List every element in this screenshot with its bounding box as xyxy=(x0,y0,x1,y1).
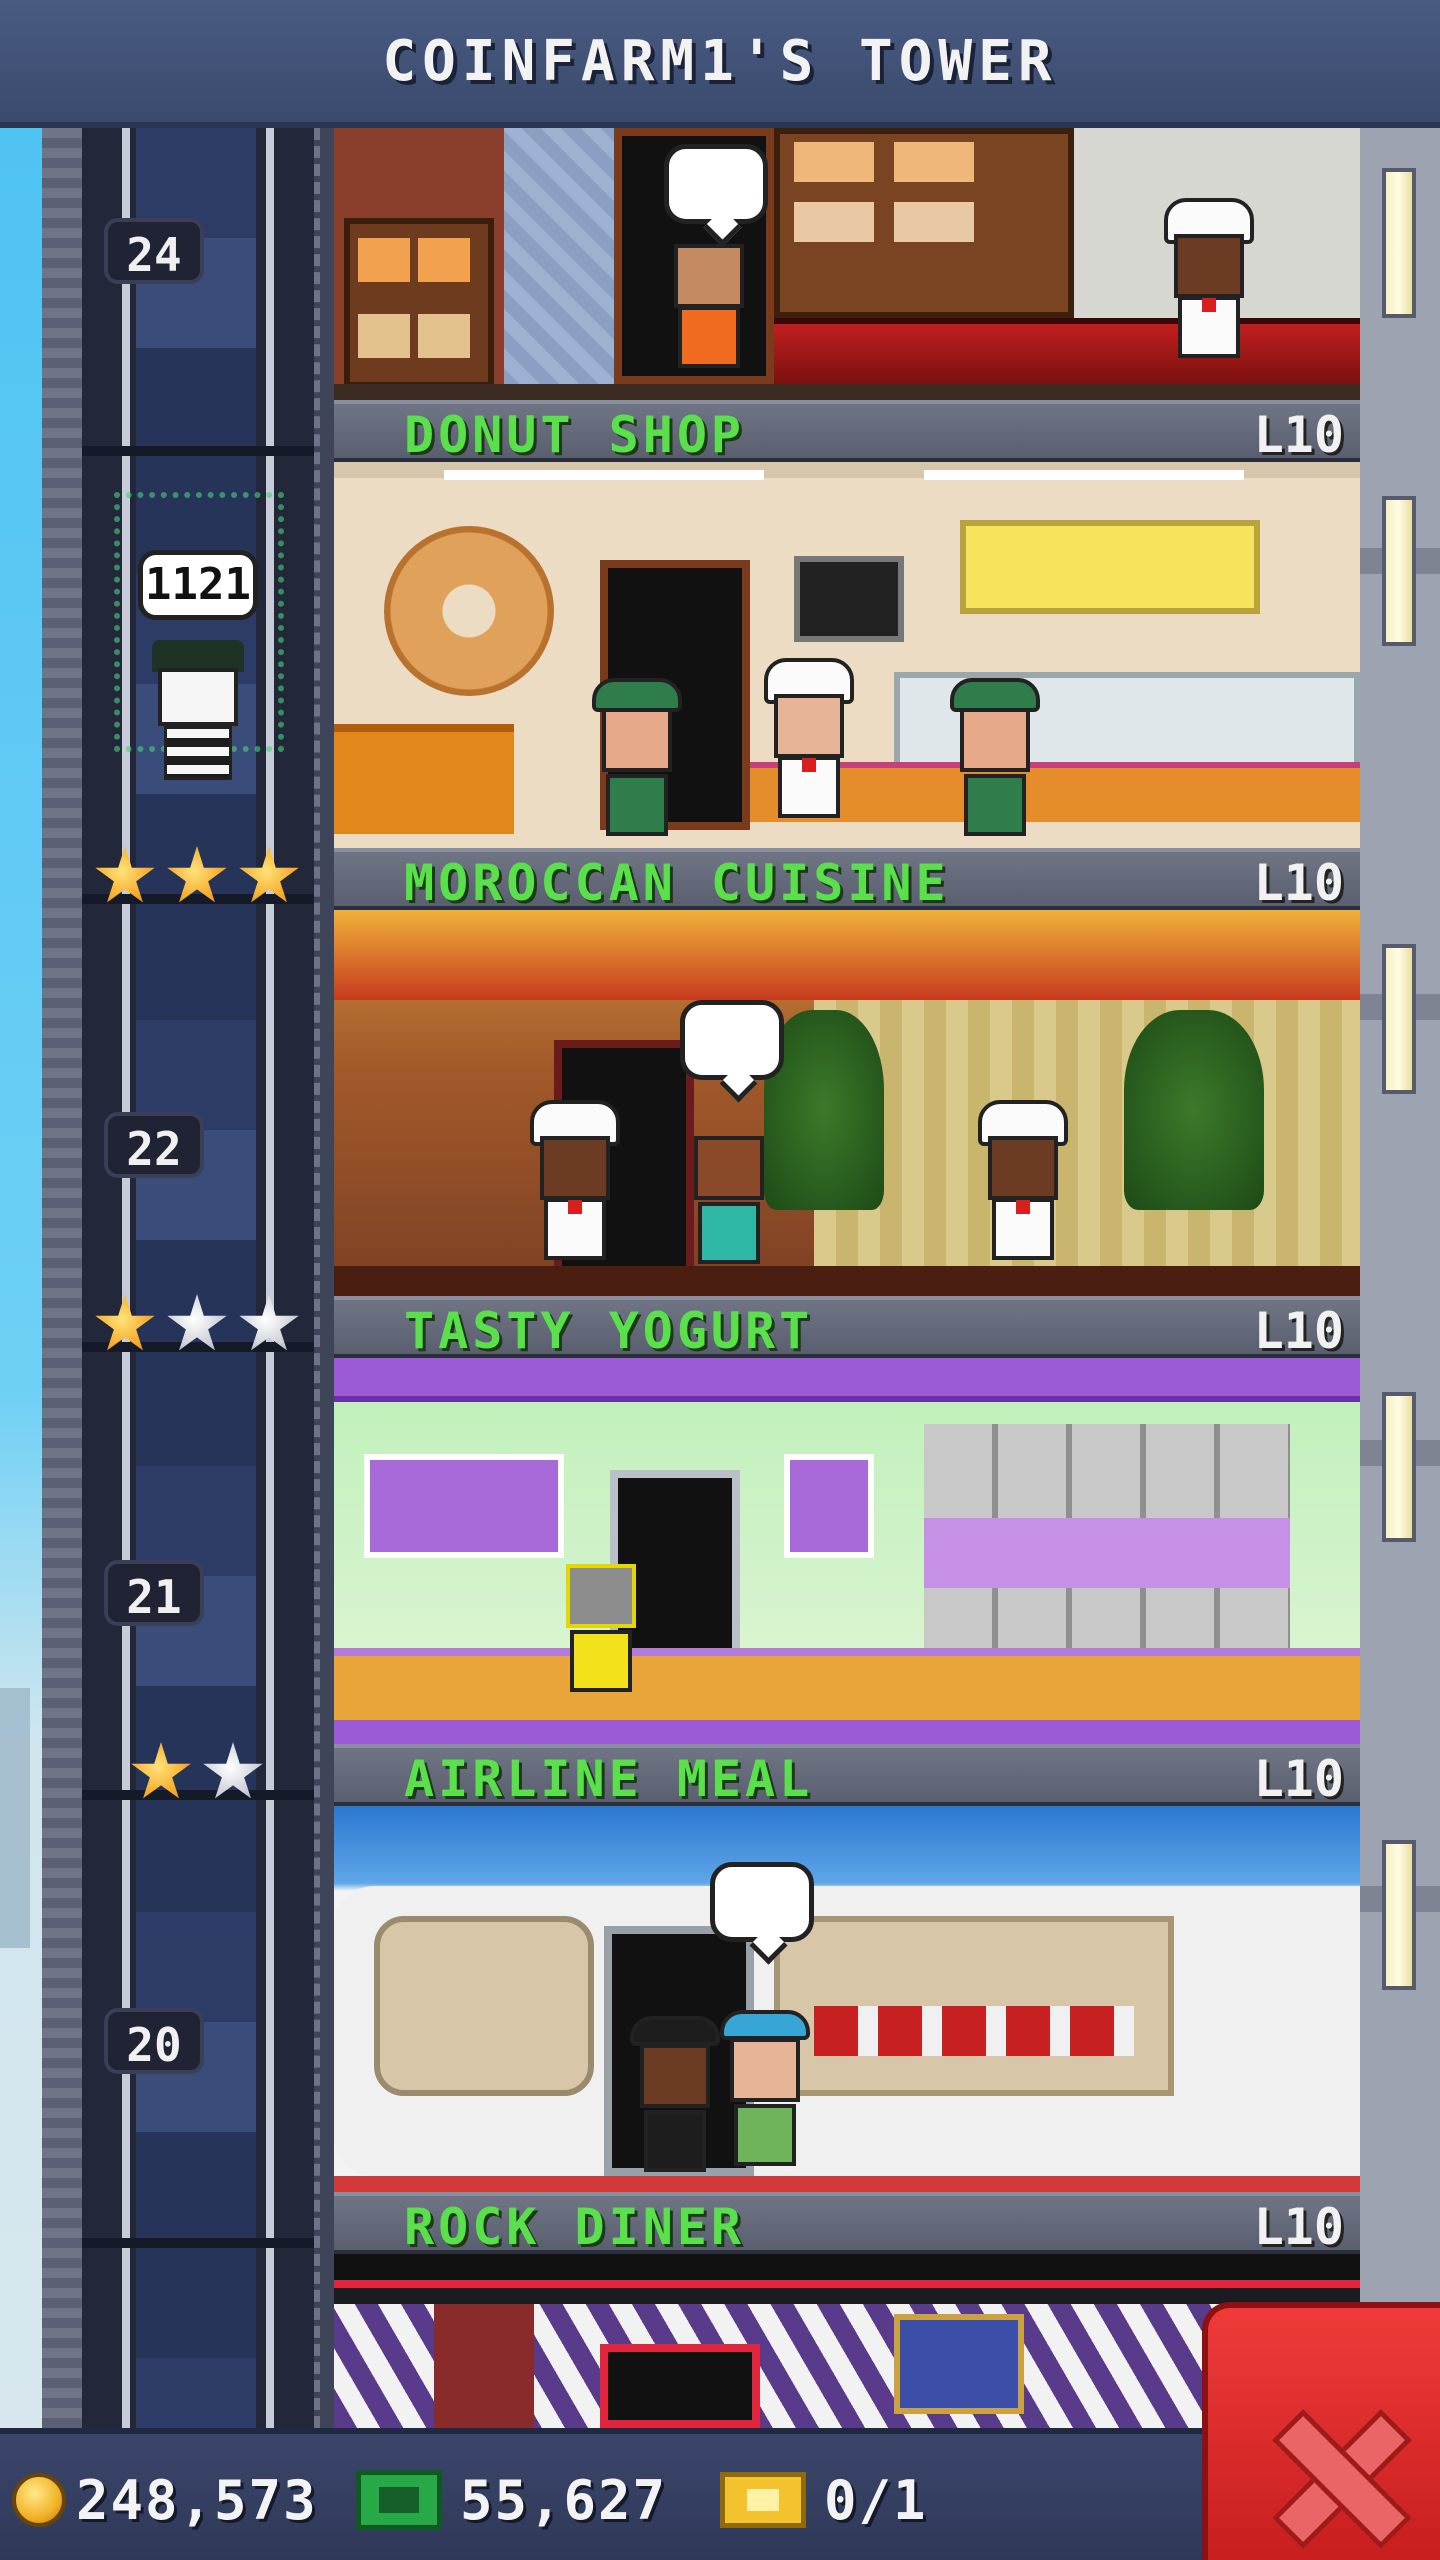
shaft-wall-right xyxy=(314,128,334,2428)
floor-name: ROCK DINER xyxy=(404,2198,746,2256)
room-airline-meal[interactable] xyxy=(334,1806,1360,2192)
floor-number-21: 21 xyxy=(104,1560,204,1626)
floor-label-tasty-yogurt[interactable]: TASTY YOGURT L10 xyxy=(334,1296,1360,1360)
window-strip xyxy=(1382,1840,1416,1990)
elevator-operator[interactable] xyxy=(148,640,248,780)
floor-level: L10 xyxy=(1253,1302,1344,1360)
window-strip xyxy=(1382,168,1416,318)
floor-label-airline-meal[interactable]: AIRLINE MEAL L10 xyxy=(334,1744,1360,1808)
room-tasty-yogurt[interactable] xyxy=(334,1358,1360,1744)
coin-icon xyxy=(12,2473,66,2527)
floor-level: L10 xyxy=(1253,2198,1344,2256)
floor-level: L10 xyxy=(1253,406,1344,464)
room-top-bakery[interactable] xyxy=(334,128,1360,400)
window-strip xyxy=(1382,944,1416,1094)
elevator-cable-left xyxy=(122,128,130,2428)
shaft-divider xyxy=(82,1790,314,1800)
bux-stat[interactable]: 55,627 xyxy=(356,2434,667,2560)
elevator-cable-right xyxy=(266,128,274,2428)
room-moroccan-cuisine[interactable] xyxy=(334,910,1360,1296)
customer-character xyxy=(556,1554,646,1724)
shaft-core xyxy=(136,128,256,2428)
order-bubble xyxy=(680,1000,784,1080)
coins-stat[interactable]: 248,573 xyxy=(12,2434,318,2560)
close-icon xyxy=(1270,2408,1400,2538)
floor-number-24: 24 xyxy=(104,218,204,284)
customer-character xyxy=(592,678,682,838)
order-bubble xyxy=(664,144,768,224)
chef-character xyxy=(764,658,854,838)
sky-background xyxy=(0,128,42,2428)
floor-name: AIRLINE MEAL xyxy=(404,1750,814,1808)
floor-level: L10 xyxy=(1253,1750,1344,1808)
window-strip xyxy=(1382,1392,1416,1542)
distant-building xyxy=(0,1688,30,1948)
bux-value: 55,627 xyxy=(460,2468,668,2532)
floor-number-22: 22 xyxy=(104,1112,204,1178)
chef-character xyxy=(978,1100,1068,1280)
pilot-character xyxy=(630,2016,720,2176)
shaft-wall-left xyxy=(42,128,82,2428)
chef-character xyxy=(530,1100,620,1280)
bux-icon xyxy=(356,2470,442,2530)
window-strip xyxy=(1382,496,1416,646)
floor-number-20: 20 xyxy=(104,2008,204,2074)
customer-character xyxy=(684,1106,774,1276)
elevator-shaft[interactable] xyxy=(42,128,334,2428)
tickets-stat[interactable]: 0/1 xyxy=(720,2434,928,2560)
customer-character xyxy=(950,678,1040,838)
tower-title: COINFARM1'S TOWER xyxy=(382,28,1058,94)
floor-name: DONUT SHOP xyxy=(404,406,746,464)
shaft-divider xyxy=(82,2238,314,2248)
tower-floors: DONUT SHOP L10 MOROCCAN CUISINE L10 TAST… xyxy=(334,128,1360,2428)
top-header: COINFARM1'S TOWER xyxy=(0,0,1440,128)
coins-value: 248,573 xyxy=(76,2468,318,2532)
close-button[interactable] xyxy=(1202,2302,1440,2560)
customer-character xyxy=(720,2010,810,2176)
floor-name: MOROCCAN CUISINE xyxy=(404,854,950,912)
ticket-icon xyxy=(720,2472,806,2528)
chef-character xyxy=(1164,198,1254,368)
shaft-divider xyxy=(82,446,314,456)
elevator-passenger-count: 1121 xyxy=(138,550,258,620)
tower-right-frame xyxy=(1360,128,1440,2428)
floor-label-donut-shop[interactable]: DONUT SHOP L10 xyxy=(334,400,1360,464)
floor-name: TASTY YOGURT xyxy=(404,1302,814,1360)
customer-character xyxy=(664,224,754,384)
tickets-value: 0/1 xyxy=(824,2468,928,2532)
floor-level: L10 xyxy=(1253,854,1344,912)
floor-label-rock-diner[interactable]: ROCK DINER L10 xyxy=(334,2192,1360,2256)
room-donut-shop[interactable] xyxy=(334,462,1360,848)
order-bubble xyxy=(710,1862,814,1942)
floor-label-moroccan-cuisine[interactable]: MOROCCAN CUISINE L10 xyxy=(334,848,1360,912)
